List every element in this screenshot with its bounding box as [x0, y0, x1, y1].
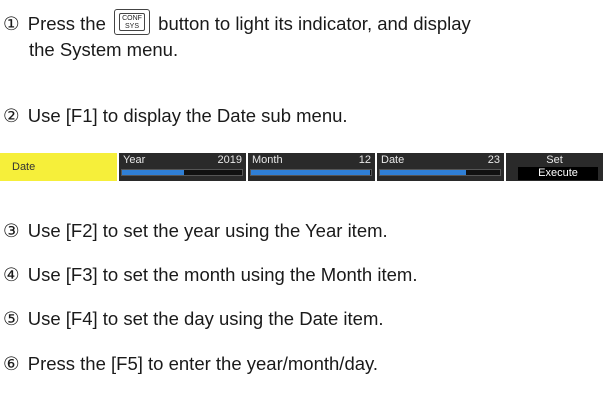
- conf-sys-key-icon: CONF SYS: [114, 9, 151, 35]
- step-3: ③ Use [F2] to set the year using the Yea…: [3, 218, 388, 244]
- step-text: Use [F2] to set the year using the Year …: [27, 220, 388, 241]
- item-level-fill: [380, 170, 467, 175]
- item-label: Month: [252, 154, 283, 166]
- step-text: Press the [F5] to enter the year/month/d…: [27, 353, 379, 374]
- item-level-fill: [251, 170, 370, 175]
- set-label: Set: [546, 154, 563, 166]
- step-4: ④ Use [F3] to set the month using the Mo…: [3, 262, 417, 288]
- date-sub-menu-bar: Date Year 2019 Month 12 Date 23 Set Exec…: [0, 153, 603, 181]
- menu-tab-date[interactable]: Date: [0, 153, 117, 181]
- step-number: ⑤: [3, 308, 20, 329]
- step-2: ② Use [F1] to display the Date sub menu.: [3, 103, 348, 129]
- item-level-bar: [250, 169, 372, 176]
- menu-item-date[interactable]: Date 23: [377, 153, 504, 181]
- item-value: 12: [358, 154, 371, 166]
- step-text: Use [F1] to display the Date sub menu.: [27, 105, 348, 126]
- step-text: Use [F4] to set the day using the Date i…: [27, 308, 384, 329]
- step-1-continuation: the System menu.: [29, 39, 179, 60]
- item-level-bar: [121, 169, 243, 176]
- step-number: ②: [3, 105, 20, 126]
- key-bottom-label: SYS: [125, 22, 140, 30]
- item-level-bar: [379, 169, 501, 176]
- step-1: ① Press the CONF SYS button to light its…: [3, 9, 471, 37]
- item-label: Date: [381, 154, 405, 166]
- step-5: ⑤ Use [F4] to set the day using the Date…: [3, 306, 384, 332]
- item-label: Year: [123, 154, 146, 166]
- step-text: Use [F3] to set the month using the Mont…: [27, 264, 418, 285]
- step-6: ⑥ Press the [F5] to enter the year/month…: [3, 351, 378, 377]
- key-top-label: CONF: [122, 14, 142, 22]
- step-number: ④: [3, 264, 20, 285]
- menu-item-year[interactable]: Year 2019: [119, 153, 246, 181]
- menu-item-set: Set Execute: [506, 153, 603, 181]
- execute-button[interactable]: Execute: [518, 167, 598, 180]
- item-level-fill: [122, 170, 185, 175]
- step-text-before: Press the: [27, 13, 106, 34]
- item-value: 2019: [217, 154, 242, 166]
- step-text-after: button to light its indicator, and displ…: [158, 13, 471, 34]
- step-number: ③: [3, 220, 20, 241]
- item-value: 23: [487, 154, 500, 166]
- step-number: ①: [3, 13, 20, 34]
- menu-item-month[interactable]: Month 12: [248, 153, 375, 181]
- menu-tab-label: Date: [12, 161, 36, 173]
- step-number: ⑥: [3, 353, 20, 374]
